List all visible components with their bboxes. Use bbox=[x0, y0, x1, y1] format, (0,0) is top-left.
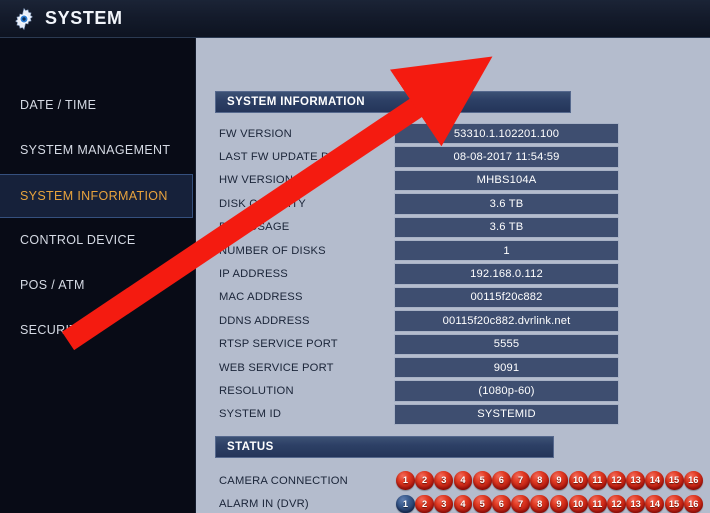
sidebar-item-date-time[interactable]: DATE / TIME bbox=[0, 83, 196, 127]
info-label: RTSP SERVICE PORT bbox=[219, 338, 338, 351]
info-value: 3.6 TB bbox=[394, 216, 619, 238]
info-value: SYSTEMID bbox=[394, 403, 619, 426]
info-label: DISK CAPACITY bbox=[219, 197, 306, 210]
status-led-16: 16 bbox=[683, 494, 703, 513]
status-led-8: 8 bbox=[530, 494, 550, 513]
status-led-12: 12 bbox=[607, 494, 626, 513]
status-led-5: 5 bbox=[472, 471, 492, 490]
info-row: RESOLUTION (1080p-60) bbox=[215, 379, 643, 402]
info-label: SYSTEM ID bbox=[219, 408, 282, 421]
info-label: NUMBER OF DISKS bbox=[219, 244, 326, 257]
info-label: DISK USAGE bbox=[219, 221, 290, 234]
status-row: CAMERA CONNECTION 1 2 3 4 5 6 7 8 9 10 11 12 13 14 15 16 bbox=[215, 469, 710, 493]
info-row: WEB SERVICE PORT 9091 bbox=[215, 356, 643, 379]
status-led-16: 16 bbox=[683, 471, 703, 490]
info-row: RTSP SERVICE PORT 5555 bbox=[215, 333, 643, 356]
gear-icon bbox=[15, 7, 33, 31]
info-label: LAST FW UPDATE DATE bbox=[219, 151, 351, 164]
status-led-1: 1 bbox=[396, 494, 415, 513]
sidebar-item-label: SYSTEM MANAGEMENT bbox=[20, 143, 171, 157]
info-row: MAC ADDRESS 00115f20c882 bbox=[215, 286, 643, 309]
status-led-12: 12 bbox=[607, 471, 626, 490]
info-row: DDNS ADDRESS 00115f20c882.dvrlink.net bbox=[215, 309, 643, 332]
sidebar-nav: DATE / TIME SYSTEM MANAGEMENT SYSTEM INFOR… bbox=[0, 38, 196, 513]
status-led-1: 1 bbox=[396, 471, 415, 490]
section-header-status: STATUS bbox=[215, 436, 554, 458]
status-label: CAMERA CONNECTION bbox=[219, 474, 348, 487]
info-row: DISK USAGE 3.6 TB bbox=[215, 216, 643, 239]
status-led-5: 5 bbox=[472, 494, 492, 513]
sidebar-item-system-information[interactable]: SYSTEM INFORMATION bbox=[0, 174, 193, 218]
info-value: MHBS104A bbox=[394, 169, 619, 192]
status-led-10: 10 bbox=[568, 494, 588, 513]
sidebar-item-label: DATE / TIME bbox=[20, 98, 97, 112]
info-row: DISK CAPACITY 3.6 TB bbox=[215, 192, 643, 215]
info-value: 08-08-2017 11:54:59 bbox=[394, 146, 619, 168]
status-led-13: 13 bbox=[626, 494, 646, 513]
status-led-13: 13 bbox=[626, 471, 646, 490]
info-value: 3.6 TB bbox=[394, 193, 619, 215]
status-led-10: 10 bbox=[568, 471, 588, 490]
status-led-8: 8 bbox=[530, 471, 550, 490]
sidebar-item-label: POS / ATM bbox=[20, 278, 85, 292]
main-panel: SYSTEM INFORMATION FW VERSION 53310.1.102… bbox=[196, 38, 710, 513]
status-led-11: 11 bbox=[587, 471, 607, 490]
info-value: 1 bbox=[394, 239, 619, 262]
status-led-group: 1 2 3 4 5 6 7 8 9 10 11 12 13 14 15 16 bbox=[396, 471, 703, 490]
sidebar-item-system-management[interactable]: SYSTEM MANAGEMENT bbox=[0, 128, 196, 172]
info-label: IP ADDRESS bbox=[219, 268, 288, 281]
status-row: ALARM IN (DVR) 1 2 3 4 5 6 7 8 9 10 11 12 13 14 15 16 bbox=[215, 493, 710, 513]
info-value: 5555 bbox=[394, 333, 619, 355]
status-led-9: 9 bbox=[549, 494, 569, 513]
info-value: (1080p-60) bbox=[394, 380, 619, 402]
info-label: HW VERSION bbox=[219, 174, 294, 187]
info-label: WEB SERVICE PORT bbox=[219, 361, 334, 374]
info-row: NUMBER OF DISKS 1 bbox=[215, 239, 643, 262]
info-label: FW VERSION bbox=[219, 127, 292, 140]
status-label: ALARM IN (DVR) bbox=[219, 498, 309, 511]
info-label: MAC ADDRESS bbox=[219, 291, 303, 304]
info-row: IP ADDRESS 192.168.0.112 bbox=[215, 262, 643, 285]
dvr-system-settings-screen: SYSTEM DATE / TIME SYSTEM MANAGEMENT SYSTE… bbox=[0, 0, 710, 513]
status-led-2: 2 bbox=[415, 494, 435, 513]
info-value: 9091 bbox=[394, 356, 619, 379]
sidebar-item-pos-atm[interactable]: POS / ATM bbox=[0, 263, 196, 307]
page-title: SYSTEM bbox=[45, 8, 123, 28]
status-led-14: 14 bbox=[645, 471, 665, 490]
status-led-6: 6 bbox=[491, 494, 511, 513]
status-led-11: 11 bbox=[587, 494, 607, 513]
status-led-7: 7 bbox=[511, 471, 531, 490]
info-label: RESOLUTION bbox=[219, 384, 294, 397]
section-header-system-information: SYSTEM INFORMATION bbox=[215, 91, 571, 113]
info-value: 192.168.0.112 bbox=[394, 263, 619, 285]
sidebar-item-control-device[interactable]: CONTROL DEVICE bbox=[0, 218, 196, 262]
window-titlebar: SYSTEM bbox=[0, 0, 710, 38]
status-led-2: 2 bbox=[415, 471, 435, 490]
status-led-15: 15 bbox=[664, 471, 684, 490]
system-information-table: FW VERSION 53310.1.102201.100 LAST FW UPDA… bbox=[215, 122, 643, 426]
sidebar-item-security[interactable]: SECURITY bbox=[0, 308, 196, 352]
info-row: LAST FW UPDATE DATE 08-08-2017 11:54:59 bbox=[215, 145, 643, 168]
status-table: CAMERA CONNECTION 1 2 3 4 5 6 7 8 9 10 11 12 13 14 15 16… bbox=[215, 469, 710, 513]
info-label: DDNS ADDRESS bbox=[219, 314, 310, 327]
sidebar-item-label: CONTROL DEVICE bbox=[20, 233, 136, 247]
info-value: 00115f20c882 bbox=[394, 286, 619, 309]
info-row: HW VERSION MHBS104A bbox=[215, 169, 643, 192]
status-led-14: 14 bbox=[645, 494, 665, 513]
info-row: SYSTEM ID SYSTEMID bbox=[215, 403, 643, 426]
status-led-4: 4 bbox=[453, 494, 473, 513]
info-row: FW VERSION 53310.1.102201.100 bbox=[215, 122, 643, 145]
status-led-9: 9 bbox=[549, 471, 569, 490]
status-led-3: 3 bbox=[434, 471, 454, 490]
status-led-7: 7 bbox=[511, 494, 531, 513]
status-led-15: 15 bbox=[664, 494, 684, 513]
status-led-6: 6 bbox=[491, 471, 511, 490]
status-led-3: 3 bbox=[434, 494, 454, 513]
status-led-group: 1 2 3 4 5 6 7 8 9 10 11 12 13 14 15 16 bbox=[396, 494, 703, 513]
info-value: 00115f20c882.dvrlink.net bbox=[394, 310, 619, 332]
status-led-4: 4 bbox=[453, 471, 473, 490]
sidebar-item-label: SECURITY bbox=[20, 323, 87, 337]
sidebar-item-label: SYSTEM INFORMATION bbox=[20, 189, 168, 203]
info-value: 53310.1.102201.100 bbox=[394, 123, 619, 145]
